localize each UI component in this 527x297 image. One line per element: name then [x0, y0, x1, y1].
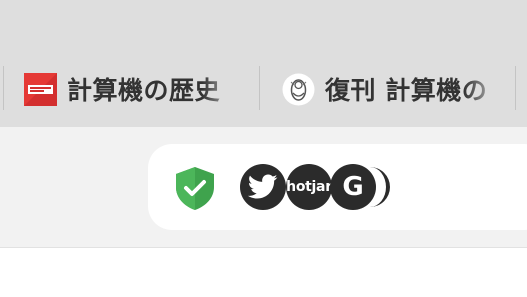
extension-icon[interactable]	[370, 167, 390, 207]
tab-fade	[202, 64, 242, 114]
shield-check-icon[interactable]	[172, 165, 218, 211]
hotjar-icon[interactable]: hotjar	[286, 164, 332, 210]
tab-title: 計算機の歴史	[67, 76, 221, 105]
tab-reprint-computer[interactable]: 復刊 計算機の	[282, 64, 504, 114]
tab-divider	[515, 66, 516, 110]
twitter-icon[interactable]	[240, 164, 286, 210]
tab-fade	[464, 64, 504, 114]
illustration-favicon	[282, 73, 315, 105]
toolbar: hotjar G	[0, 127, 527, 248]
google-label: G	[342, 172, 364, 202]
extensions-bar: hotjar G	[148, 144, 527, 230]
tab-strip: 計算機の歴史 復刊 計算機の	[0, 0, 527, 127]
tab-computer-history[interactable]: 計算機の歴史	[24, 64, 242, 114]
tab-divider	[259, 66, 260, 110]
calculator-museum-favicon	[24, 72, 57, 106]
hotjar-label: hotjar	[286, 179, 332, 195]
tab-title: 復刊 計算機の	[325, 76, 488, 105]
twitter-bird-icon	[248, 174, 278, 199]
tab-divider	[3, 66, 4, 110]
